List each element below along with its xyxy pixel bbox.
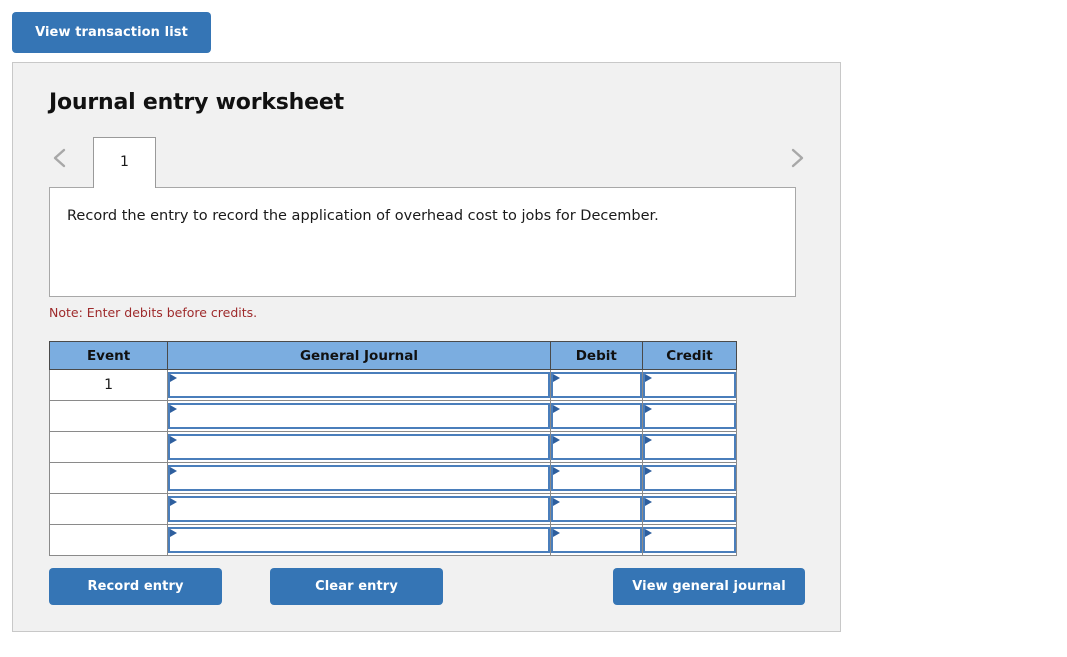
journal-entry-panel: Journal entry worksheet 1 Record the ent… — [12, 62, 841, 632]
table-row: 1 — [48, 369, 738, 401]
general-journal-cell — [167, 462, 551, 494]
worksheet-tab-1[interactable]: 1 — [93, 137, 156, 188]
general-journal-input[interactable] — [168, 496, 550, 522]
credit-cell — [641, 400, 738, 432]
event-number-cell: 1 — [48, 369, 169, 401]
table-row — [48, 462, 738, 494]
debit-cell — [549, 462, 643, 494]
page-title: Journal entry worksheet — [49, 90, 344, 115]
event-number-cell — [48, 431, 169, 463]
table-row — [48, 431, 738, 463]
table-row — [48, 524, 738, 556]
table-row — [48, 400, 738, 432]
debits-before-credits-note: Note: Enter debits before credits. — [49, 305, 258, 320]
view-transaction-list-button[interactable]: View transaction list — [12, 12, 211, 53]
credit-input[interactable] — [642, 403, 736, 429]
event-number-cell — [48, 524, 169, 556]
credit-input[interactable] — [642, 372, 736, 398]
chevron-left-icon[interactable] — [47, 143, 73, 173]
chevron-right-icon[interactable] — [784, 143, 810, 173]
general-journal-input[interactable] — [168, 527, 550, 553]
column-header-debit: Debit — [549, 341, 643, 370]
event-number-cell — [48, 462, 169, 494]
column-header-credit: Credit — [641, 341, 738, 370]
debit-input[interactable] — [550, 372, 642, 398]
general-journal-input[interactable] — [168, 434, 550, 460]
debit-input[interactable] — [550, 434, 642, 460]
debit-input[interactable] — [550, 527, 642, 553]
tab-merge-mask — [94, 186, 155, 189]
clear-entry-button[interactable]: Clear entry — [270, 568, 443, 605]
debit-cell — [549, 493, 643, 525]
debit-input[interactable] — [550, 496, 642, 522]
general-journal-cell — [167, 493, 551, 525]
credit-input[interactable] — [642, 465, 736, 491]
column-header-general-journal: General Journal — [167, 341, 551, 370]
transaction-description-text: Record the entry to record the applicati… — [67, 208, 659, 224]
general-journal-cell — [167, 400, 551, 432]
general-journal-cell — [167, 524, 551, 556]
column-header-event: Event — [48, 341, 169, 370]
credit-cell — [641, 462, 738, 494]
event-number-cell — [48, 493, 169, 525]
table-row — [48, 493, 738, 525]
general-journal-cell — [167, 431, 551, 463]
view-general-journal-button[interactable]: View general journal — [613, 568, 805, 605]
credit-input[interactable] — [642, 527, 736, 553]
credit-cell — [641, 493, 738, 525]
general-journal-input[interactable] — [168, 372, 550, 398]
debit-input[interactable] — [550, 403, 642, 429]
credit-cell — [641, 369, 738, 401]
general-journal-input[interactable] — [168, 465, 550, 491]
journal-entry-table: Event General Journal Debit Credit 1 — [48, 341, 738, 556]
credit-cell — [641, 524, 738, 556]
credit-input[interactable] — [642, 434, 736, 460]
table-header-row: Event General Journal Debit Credit — [48, 341, 738, 370]
credit-cell — [641, 431, 738, 463]
debit-input[interactable] — [550, 465, 642, 491]
debit-cell — [549, 369, 643, 401]
debit-cell — [549, 400, 643, 432]
debit-cell — [549, 431, 643, 463]
debit-cell — [549, 524, 643, 556]
event-number-cell — [48, 400, 169, 432]
record-entry-button[interactable]: Record entry — [49, 568, 222, 605]
credit-input[interactable] — [642, 496, 736, 522]
transaction-description-box: Record the entry to record the applicati… — [49, 187, 796, 297]
general-journal-input[interactable] — [168, 403, 550, 429]
general-journal-cell — [167, 369, 551, 401]
